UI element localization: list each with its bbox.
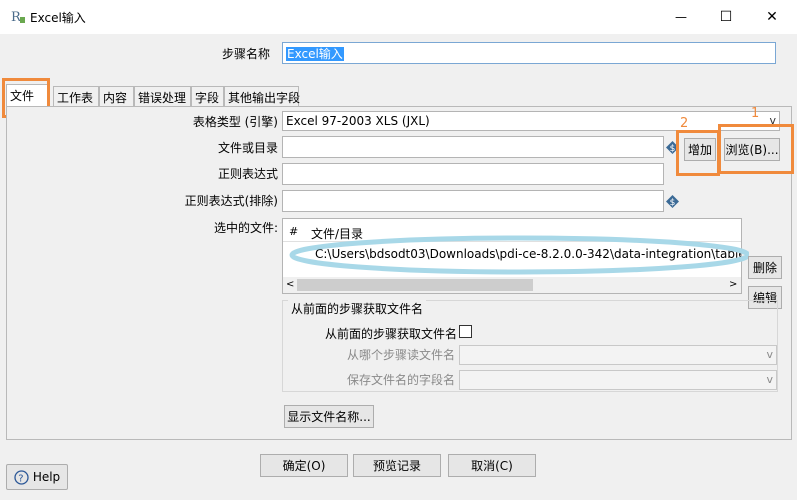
tab-worksheet[interactable]: 工作表 — [53, 86, 99, 106]
tab-content[interactable]: 内容 — [99, 86, 134, 106]
tab-error-handling-label: 错误处理 — [138, 91, 187, 105]
help-label: Help — [32, 470, 61, 484]
scroll-left-icon[interactable]: < — [286, 279, 294, 290]
tab-other-output-fields[interactable]: 其他输出字段 — [224, 86, 301, 106]
chevron-down-icon: v — [766, 373, 773, 386]
tab-other-output-fields-label: 其他输出字段 — [228, 91, 301, 105]
highlight-ellipse — [289, 235, 749, 275]
from-step-select[interactable]: v — [459, 345, 777, 365]
regex-exclude-input[interactable] — [282, 190, 664, 212]
table-type-label: 表格类型 (引擎) — [192, 115, 278, 129]
add-highlight-box — [676, 130, 720, 176]
step-name-value: Excel输入 — [286, 47, 344, 61]
scrollbar-thumb[interactable] — [297, 279, 533, 291]
delete-button[interactable]: 删除 — [748, 256, 782, 279]
from-step-label: 从哪个步骤读文件名 — [346, 348, 455, 362]
from-previous-step-checkbox[interactable] — [459, 325, 472, 338]
regex-exclude-label: 正则表达式(排除) — [184, 194, 278, 208]
window-title: Excel输入 — [30, 11, 86, 25]
help-button[interactable]: ? Help — [6, 464, 68, 490]
variable-icon[interactable]: $ — [666, 195, 679, 208]
minimize-button[interactable]: — — [658, 0, 704, 34]
tab-fields-label: 字段 — [195, 91, 220, 105]
tab-content-label: 内容 — [103, 91, 128, 105]
maximize-button[interactable]: ☐ — [703, 0, 749, 34]
browse-highlight-box — [718, 124, 794, 174]
svg-text:$: $ — [670, 198, 676, 208]
file-or-dir-input[interactable] — [282, 136, 664, 158]
annotation-2: 2 — [680, 116, 689, 131]
filename-field-label: 保存文件名的字段名 — [346, 373, 455, 387]
group-title: 从前面的步骤获取文件名 — [288, 300, 427, 317]
close-icon: ✕ — [766, 9, 778, 25]
preview-label: 预览记录 — [372, 459, 421, 473]
ok-label: 确定(O) — [282, 459, 326, 473]
from-previous-step-label: 从前面的步骤获取文件名 — [324, 327, 457, 341]
chevron-down-icon: v — [766, 348, 773, 361]
close-button[interactable]: ✕ — [749, 0, 795, 34]
delete-button-label: 删除 — [752, 261, 777, 275]
annotation-1: 1 — [751, 106, 760, 121]
step-name-input[interactable]: Excel输入 — [282, 42, 776, 64]
svg-text:?: ? — [18, 473, 23, 484]
tab-error-handling[interactable]: 错误处理 — [134, 86, 191, 106]
show-filenames-button[interactable]: 显示文件名称... — [284, 405, 374, 428]
file-or-dir-label: 文件或目录 — [217, 141, 278, 155]
selected-files-label: 选中的文件: — [213, 221, 278, 235]
svg-text:$: $ — [670, 144, 676, 154]
maximize-icon: ☐ — [719, 9, 733, 25]
tab-fields[interactable]: 字段 — [191, 86, 224, 106]
regex-label: 正则表达式 — [217, 167, 278, 181]
preview-button[interactable]: 预览记录 — [353, 454, 441, 477]
horizontal-scrollbar[interactable]: < > — [283, 277, 741, 293]
show-filenames-label: 显示文件名称... — [287, 410, 371, 424]
selected-files-table[interactable]: # 文件/目录 C:\Users\bdsodt03\Downloads\pdi-… — [282, 218, 749, 294]
scroll-right-icon[interactable]: > — [729, 279, 737, 290]
cancel-button[interactable]: 取消(C) — [448, 454, 536, 477]
cancel-label: 取消(C) — [471, 459, 513, 473]
regex-input[interactable] — [282, 163, 664, 185]
table-type-select[interactable]: Excel 97-2003 XLS (JXL) v — [282, 111, 780, 131]
step-name-label: 步骤名称 — [222, 47, 271, 61]
app-icon: R — [11, 10, 25, 24]
tab-worksheet-label: 工作表 — [57, 91, 94, 105]
minimize-icon: — — [675, 10, 687, 24]
ok-button[interactable]: 确定(O) — [260, 454, 348, 477]
filename-field-select[interactable]: v — [459, 370, 777, 390]
help-icon: ? — [14, 469, 29, 485]
table-type-value: Excel 97-2003 XLS (JXL) — [286, 114, 430, 128]
